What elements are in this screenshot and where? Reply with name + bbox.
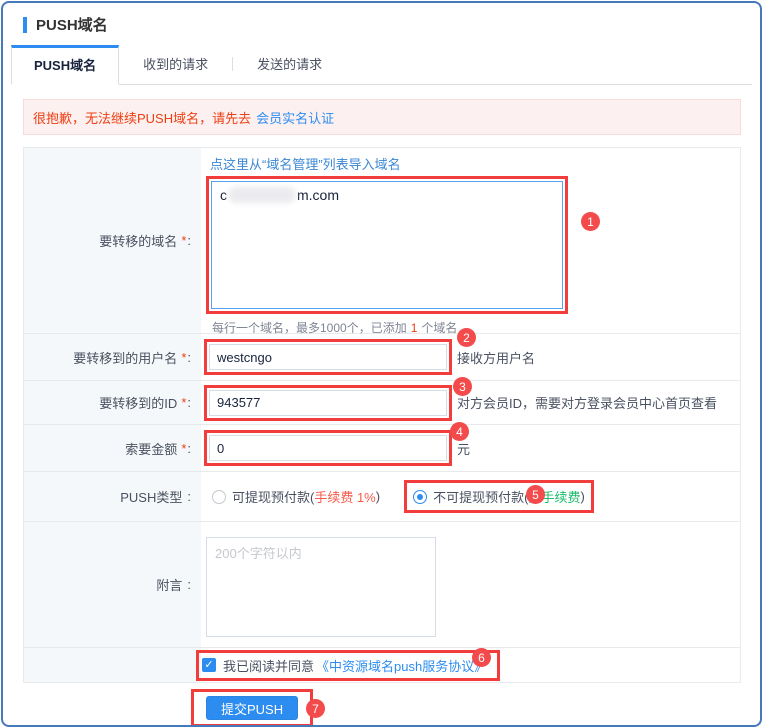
page-header: PUSH域名 (3, 3, 760, 35)
radio-non-withdrawable-text-close: ) (580, 489, 584, 504)
label-colon: : (187, 489, 191, 504)
field-content-member-id: 对方会员ID，需要对方登录会员中心首页查看 3 (201, 381, 740, 424)
annotation-badge-6: 6 (472, 648, 491, 667)
annotation-rect-4 (204, 430, 452, 466)
field-label-push-type: PUSH类型: (24, 472, 201, 521)
form-row-member-id: 要转移到的ID *: 对方会员ID，需要对方登录会员中心首页查看 3 (24, 381, 740, 425)
label-text: 索要金额 (125, 439, 177, 458)
field-label-agreement-empty (24, 648, 201, 682)
username-input[interactable] (209, 344, 447, 370)
field-content-push-type: 可提现预付款(手续费 1%) 不可提现预付款(免手续费) 5 (201, 472, 740, 521)
field-content-memo (201, 522, 740, 647)
label-colon: : (187, 350, 191, 365)
radio-checked-icon[interactable] (413, 490, 427, 504)
tab-received-requests[interactable]: 收到的请求 (119, 45, 232, 84)
domain-note-suffix: 个域名 (421, 321, 457, 335)
field-content-amount: 元 4 (201, 425, 740, 471)
member-id-hint: 对方会员ID，需要对方登录会员中心首页查看 (457, 393, 717, 412)
submit-row: 提交PUSH 7 (23, 689, 760, 727)
radio-unchecked-icon[interactable] (212, 490, 226, 504)
label-colon: : (187, 233, 191, 248)
agreement-checkbox[interactable]: ✓ (202, 658, 216, 672)
annotation-badge-3: 3 (453, 377, 472, 396)
domain-note-prefix: 每行一个域名，最多1000个，已添加 (212, 321, 407, 335)
field-label-username: 要转移到的用户名 *: (24, 334, 201, 380)
label-colon: : (187, 441, 191, 456)
annotation-badge-7: 7 (306, 699, 325, 718)
required-asterisk: * (181, 350, 186, 365)
annotation-rect-6: ✓ 我已阅读并同意 《中资源域名push服务协议》 (196, 650, 500, 681)
annotation-rect-3 (204, 385, 452, 421)
tab-bar: PUSH域名 收到的请求 发送的请求 (11, 45, 752, 85)
tab-push-domain[interactable]: PUSH域名 (11, 45, 119, 85)
radio-withdrawable-text-close: ) (376, 489, 380, 504)
form-row-push-type: PUSH类型: 可提现预付款(手续费 1%) 不可提现预付款(免手续费) (24, 472, 740, 522)
realname-auth-link[interactable]: 会员实名认证 (256, 108, 334, 127)
required-asterisk: * (181, 395, 186, 410)
field-label-memo: 附言: (24, 522, 201, 647)
blurred-text-region (228, 187, 296, 203)
alert-banner: 很抱歉，无法继续PUSH域名，请先去 会员实名认证 (23, 99, 741, 135)
annotation-rect-5: 不可提现预付款(免手续费) (404, 480, 594, 513)
push-service-agreement-link[interactable]: 《中资源域名push服务协议》 (316, 656, 487, 675)
member-id-input[interactable] (209, 390, 447, 416)
form-row-agreement: ✓ 我已阅读并同意 《中资源域名push服务协议》 6 (24, 648, 740, 682)
field-content-username: 接收方用户名 2 (201, 334, 740, 380)
memo-textarea[interactable] (206, 537, 436, 637)
amount-unit: 元 (457, 439, 470, 458)
tab-sent-requests[interactable]: 发送的请求 (233, 45, 346, 84)
import-domains-link[interactable]: 点这里从“域名管理”列表导入域名 (210, 154, 401, 173)
annotation-badge-2: 2 (457, 328, 476, 347)
check-icon: ✓ (204, 659, 213, 671)
field-label-domain: 要转移的域名 *: (24, 148, 201, 333)
label-text: PUSH类型 (120, 487, 182, 506)
form-row-domain: 要转移的域名 *: 点这里从“域名管理”列表导入域名 c m.com 每行一个域名，… (24, 148, 740, 334)
form-row-username: 要转移到的用户名 *: 接收方用户名 2 (24, 334, 740, 381)
field-label-amount: 索要金额 *: (24, 425, 201, 471)
annotation-rect-7: 提交PUSH (191, 689, 313, 727)
added-domain-count: 1 (411, 321, 418, 335)
required-asterisk: * (181, 233, 186, 248)
agreement-text: 我已阅读并同意 (223, 656, 314, 675)
domain-value-prefix: c (220, 187, 227, 203)
fee-rate-text: 手续费 1% (314, 487, 375, 506)
title-accent-bar (23, 17, 27, 33)
label-text: 要转移到的用户名 (73, 348, 177, 367)
submit-push-button[interactable]: 提交PUSH (206, 696, 298, 720)
label-text: 附言 (156, 575, 182, 594)
radio-non-withdrawable[interactable]: 不可提现预付款(免手续费) (413, 487, 585, 506)
annotation-rect-1: c m.com (206, 176, 568, 314)
form-row-memo: 附言: (24, 522, 740, 648)
label-text: 要转移的域名 (99, 231, 177, 250)
label-colon: : (187, 395, 191, 410)
label-text: 要转移到的ID (99, 393, 177, 412)
annotation-rect-2 (204, 339, 452, 375)
username-hint: 接收方用户名 (457, 348, 535, 367)
radio-withdrawable-text: 可提现预付款( (232, 487, 314, 506)
annotation-badge-5: 5 (526, 485, 545, 504)
field-label-member-id: 要转移到的ID *: (24, 381, 201, 424)
domain-textarea[interactable]: c m.com (211, 181, 563, 309)
amount-input[interactable] (209, 435, 447, 461)
alert-text: 很抱歉，无法继续PUSH域名，请先去 (33, 108, 251, 127)
domain-value-suffix: m.com (297, 187, 339, 203)
annotation-badge-4: 4 (450, 422, 469, 441)
page-frame: PUSH域名 PUSH域名 收到的请求 发送的请求 很抱歉，无法继续PUSH域名… (1, 1, 762, 727)
push-form: 要转移的域名 *: 点这里从“域名管理”列表导入域名 c m.com 每行一个域名，… (23, 147, 741, 683)
field-content-agreement: ✓ 我已阅读并同意 《中资源域名push服务协议》 6 (201, 648, 740, 682)
field-content-domain: 点这里从“域名管理”列表导入域名 c m.com 每行一个域名，最多1000个，已… (201, 148, 740, 333)
annotation-badge-1: 1 (581, 212, 600, 231)
page-title: PUSH域名 (36, 14, 108, 35)
form-row-amount: 索要金额 *: 元 4 (24, 425, 740, 472)
radio-withdrawable[interactable]: 可提现预付款(手续费 1%) (212, 487, 380, 506)
radio-non-withdrawable-text: 不可提现预付款( (433, 487, 528, 506)
required-asterisk: * (181, 441, 186, 456)
label-colon: : (187, 577, 191, 592)
